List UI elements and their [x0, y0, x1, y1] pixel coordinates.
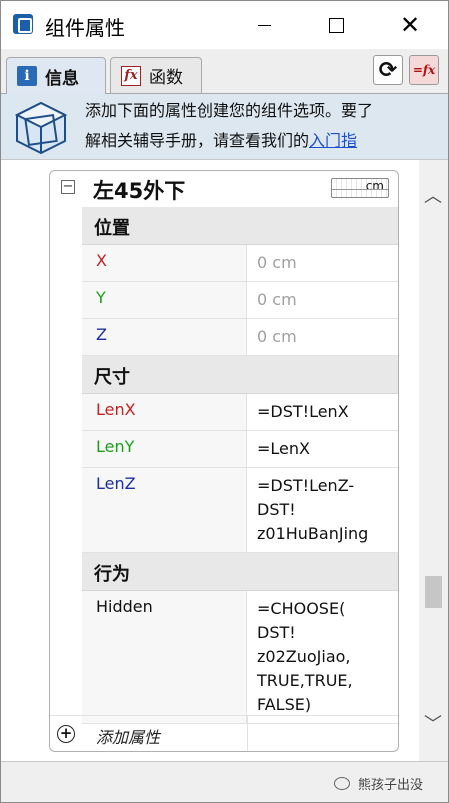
- attribute-value[interactable]: =DST!LenX: [247, 394, 398, 430]
- info-icon: i: [17, 66, 37, 86]
- add-attribute-label[interactable]: 添加属性: [96, 724, 160, 748]
- window-title: 组件属性: [45, 16, 125, 40]
- attribute-value[interactable]: 0 cm: [247, 245, 398, 281]
- value-line: FALSE): [257, 695, 312, 714]
- banner-line-2-text: 解相关辅导手册，请查看我们的: [85, 131, 310, 150]
- attribute-row-z[interactable]: Z 0 cm: [82, 319, 398, 356]
- collapse-toggle[interactable]: −: [61, 180, 75, 194]
- fx-icon: fx: [121, 65, 141, 86]
- info-banner: 添加下面的属性创建您的组件选项。要了 解相关辅导手册，请查看我们的入门指: [1, 93, 448, 159]
- value-line: z01HuBanJing: [257, 524, 369, 543]
- attribute-row-lenz[interactable]: LenZ =DST!LenZ- DST! z01HuBanJing: [82, 468, 398, 553]
- toggle-formula-button[interactable]: =fx: [409, 55, 439, 85]
- attribute-grid: 位置 X 0 cm Y 0 cm Z 0 cm 尺寸 LenX =DST!Len…: [82, 207, 398, 724]
- tab-functions[interactable]: fx 函数: [110, 57, 202, 93]
- component-name: 左45外下: [93, 179, 186, 203]
- minimize-icon: [257, 24, 271, 26]
- attribute-name: LenZ: [82, 468, 247, 552]
- section-size: 尺寸: [82, 356, 398, 394]
- value-line: DST!: [257, 623, 296, 642]
- banner-text: 添加下面的属性创建您的组件选项。要了 解相关辅导手册，请查看我们的入门指: [85, 96, 435, 156]
- attribute-name: LenX: [82, 394, 247, 430]
- attribute-value[interactable]: 0 cm: [247, 282, 398, 318]
- attribute-name: LenY: [82, 431, 247, 467]
- maximize-button[interactable]: [313, 1, 359, 49]
- wechat-icon: [334, 777, 350, 790]
- formula-fx-icon: =fx: [412, 63, 436, 77]
- attribute-value[interactable]: =DST!LenZ- DST! z01HuBanJing: [247, 468, 398, 552]
- close-icon: ✕: [399, 11, 421, 39]
- tab-info-label: 信息: [45, 68, 79, 89]
- attribute-value[interactable]: =CHOOSE( DST! z02ZuoJiao, TRUE,TRUE, FAL…: [247, 591, 398, 723]
- attribute-value[interactable]: 0 cm: [247, 319, 398, 355]
- scroll-thumb[interactable]: [425, 576, 442, 608]
- attribute-row-y[interactable]: Y 0 cm: [82, 282, 398, 319]
- watermark-text: 熊孩子出没: [358, 778, 424, 793]
- title-bar: 组件属性 ✕: [1, 1, 448, 49]
- attributes-panel: − 左45外下 cm 位置 X 0 cm Y 0 cm Z 0 cm 尺寸 Le…: [1, 159, 448, 762]
- getting-started-link[interactable]: 入门指: [309, 131, 357, 150]
- scroll-down-icon[interactable]: ﹀: [424, 710, 442, 736]
- attribute-name: Z: [82, 319, 247, 355]
- attribute-row-x[interactable]: X 0 cm: [82, 245, 398, 282]
- attribute-value[interactable]: =LenX: [247, 431, 398, 467]
- status-bar: 熊孩子出没: [1, 761, 448, 802]
- refresh-button[interactable]: ⟳: [373, 55, 403, 85]
- scroll-up-icon[interactable]: ︿: [424, 182, 442, 208]
- value-line: DST!: [257, 500, 296, 519]
- watermark: 熊孩子出没: [334, 774, 423, 793]
- value-line: z02ZuoJiao,: [257, 647, 351, 666]
- unit-badge[interactable]: cm: [331, 178, 389, 198]
- refresh-icon: ⟳: [378, 57, 398, 83]
- sketchup-app-icon: [13, 14, 33, 34]
- attribute-row-lenx[interactable]: LenX =DST!LenX: [82, 394, 398, 431]
- add-attribute-row[interactable]: + 添加属性: [50, 715, 398, 751]
- component-card: − 左45外下 cm 位置 X 0 cm Y 0 cm Z 0 cm 尺寸 Le…: [49, 170, 399, 752]
- attribute-name: X: [82, 245, 247, 281]
- banner-line-2: 解相关辅导手册，请查看我们的入门指: [85, 126, 435, 156]
- tab-functions-label: 函数: [149, 68, 183, 88]
- column-divider: [247, 716, 248, 751]
- component-cube-icon: [14, 101, 68, 155]
- tab-bar: i 信息 fx 函数 ⟳ =fx: [1, 49, 448, 94]
- attribute-name: Hidden: [82, 591, 247, 723]
- vertical-scrollbar[interactable]: ︿ ﹀: [419, 160, 448, 762]
- attribute-row-leny[interactable]: LenY =LenX: [82, 431, 398, 468]
- minimize-button[interactable]: [241, 1, 287, 49]
- component-attributes-window: 组件属性 ✕ i 信息 fx 函数 ⟳ =fx 添加下面的属性创建您的组件选项。…: [0, 0, 449, 803]
- section-behavior: 行为: [82, 553, 398, 591]
- value-line: TRUE,TRUE,: [257, 671, 353, 690]
- section-position: 位置: [82, 207, 398, 245]
- tab-info[interactable]: i 信息: [6, 57, 106, 94]
- add-circle-icon[interactable]: +: [57, 725, 75, 743]
- value-line: =CHOOSE(: [257, 599, 346, 618]
- close-button[interactable]: ✕: [387, 1, 433, 49]
- value-line: =DST!LenZ-: [257, 476, 355, 495]
- attribute-row-hidden[interactable]: Hidden =CHOOSE( DST! z02ZuoJiao, TRUE,TR…: [82, 591, 398, 724]
- banner-line-1: 添加下面的属性创建您的组件选项。要了: [85, 101, 374, 120]
- maximize-icon: [328, 17, 344, 33]
- attribute-name: Y: [82, 282, 247, 318]
